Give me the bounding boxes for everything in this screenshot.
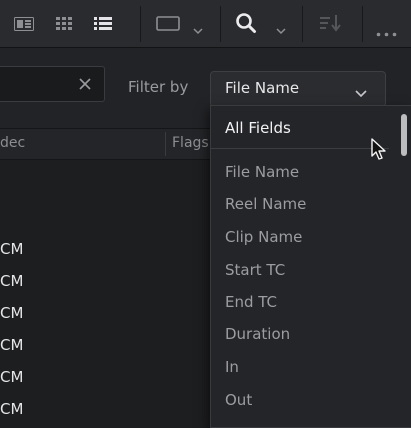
close-icon[interactable] (78, 76, 92, 90)
table-row[interactable]: CM (0, 272, 23, 290)
search-input[interactable] (0, 66, 105, 102)
chevron-down-icon[interactable] (276, 20, 286, 39)
filter-by-label: Filter by (128, 78, 189, 96)
menu-item-reel-name[interactable]: Reel Name (225, 195, 306, 213)
column-divider[interactable] (165, 132, 166, 156)
sort-icon[interactable] (320, 14, 342, 36)
column-header-codec[interactable]: dec (0, 135, 25, 151)
menu-item-start-tc[interactable]: Start TC (225, 261, 285, 279)
mouse-cursor-icon (371, 138, 387, 166)
menu-item-out[interactable]: Out (225, 391, 252, 409)
table-row[interactable]: CM (0, 368, 23, 386)
thumbnail-grid-icon[interactable] (56, 16, 72, 35)
metadata-view-icon[interactable] (14, 16, 34, 35)
more-options-icon[interactable] (376, 22, 398, 41)
toolbar-divider (220, 6, 221, 42)
menu-item-file-name[interactable]: File Name (225, 163, 299, 181)
column-header-flags[interactable]: Flags (172, 135, 209, 151)
toolbar-divider (362, 6, 363, 42)
toolbar-divider (140, 6, 141, 42)
table-row[interactable]: CM (0, 400, 23, 418)
menu-divider (211, 148, 389, 149)
toolbar (0, 0, 411, 48)
menu-item-all-fields[interactable]: All Fields (225, 119, 291, 137)
clip-view-icon[interactable] (156, 16, 180, 35)
menu-item-duration[interactable]: Duration (225, 325, 290, 343)
filter-field-dropdown[interactable]: File Name (210, 71, 386, 107)
menu-item-in[interactable]: In (225, 358, 239, 376)
chevron-down-icon (355, 83, 367, 102)
menu-item-clip-name[interactable]: Clip Name (225, 228, 302, 246)
search-icon[interactable] (235, 12, 257, 38)
menu-item-end-tc[interactable]: End TC (225, 293, 277, 311)
filter-selected-value: File Name (225, 79, 300, 97)
chevron-down-icon[interactable] (193, 20, 203, 39)
table-row[interactable]: CM (0, 304, 23, 322)
table-row[interactable]: CM (0, 240, 23, 258)
table-row[interactable]: CM (0, 336, 23, 354)
toolbar-divider (302, 6, 303, 42)
menu-scrollbar[interactable] (401, 114, 407, 156)
list-icon[interactable] (94, 16, 112, 35)
